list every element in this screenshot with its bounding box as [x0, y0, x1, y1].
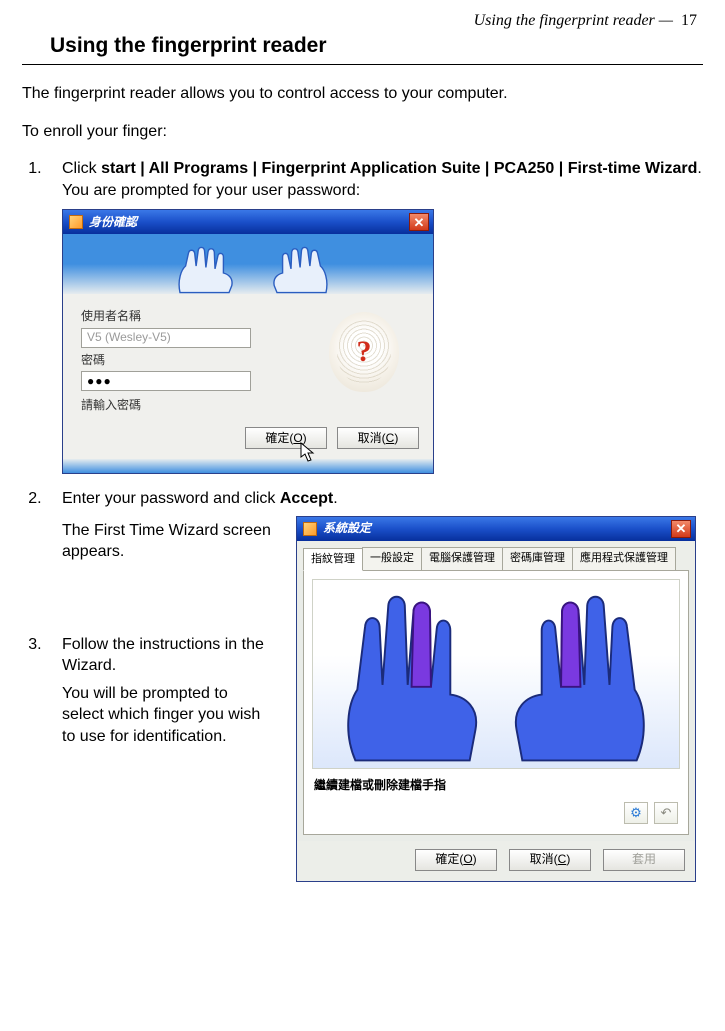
hand-icon-right [263, 245, 333, 294]
password-label: 密碼 [81, 352, 309, 368]
mini-icon-row: ⚙ ↶ [312, 798, 680, 826]
settings-mini-button[interactable]: ⚙ [624, 802, 648, 824]
wizard-apply-button[interactable]: 套用 [603, 849, 685, 871]
password-dialog-title: 身份確認 [89, 214, 137, 230]
password-dialog: 身份確認 ✕ 使用者名稱 V5 (Wesley-V5) [62, 209, 434, 474]
wizard-tabs: 指紋管理 一般設定 電腦保護管理 密碼庫管理 應用程式保護管理 [297, 541, 695, 571]
wizard-instruction: 繼續建檔或刪除建檔手指 [314, 777, 678, 793]
tab-pc-protect[interactable]: 電腦保護管理 [421, 547, 503, 571]
wizard-title: 系統設定 [323, 520, 371, 536]
steps-list: Click start | All Programs | Fingerprint… [22, 158, 703, 747]
wizard-footer: 確定(O) 取消(C) 套用 [297, 841, 695, 881]
ok-button[interactable]: 確定(O) [245, 427, 327, 449]
tab-general[interactable]: 一般設定 [362, 547, 422, 571]
password-dialog-footer: 確定(O) 取消(C) [63, 421, 433, 459]
tab-password-db[interactable]: 密碼庫管理 [502, 547, 573, 571]
step3-sub: You will be prompted to select which fin… [62, 683, 266, 748]
wizard-cancel-button[interactable]: 取消(C) [509, 849, 591, 871]
wizard-dialog: 系統設定 ✕ 指紋管理 一般設定 電腦保護管理 密碼庫管理 應用程式保護管理 [296, 516, 696, 882]
step1-bold: start | All Programs | Fingerprint Appli… [101, 160, 697, 177]
step2-bold: Accept [280, 490, 333, 507]
undo-mini-button[interactable]: ↶ [654, 802, 678, 824]
hand-icon-left [173, 245, 243, 294]
password-dialog-titlebar: 身份確認 ✕ [63, 210, 433, 234]
big-hand-right[interactable] [501, 588, 656, 762]
step-1: Click start | All Programs | Fingerprint… [46, 158, 703, 474]
step-3: Follow the instructions in the Wizard. Y… [46, 634, 266, 748]
tab-app-protect[interactable]: 應用程式保護管理 [572, 547, 676, 571]
section-title: Using the fingerprint reader [22, 32, 703, 65]
username-field[interactable]: V5 (Wesley-V5) [81, 328, 251, 348]
fingerprint-icon: ? [329, 312, 399, 392]
running-title: Using the fingerprint reader — [474, 12, 673, 29]
close-button[interactable]: ✕ [409, 213, 429, 231]
step3-text: Follow the instructions in the Wizard. [62, 634, 266, 677]
tab-fingerprint-mgmt[interactable]: 指紋管理 [303, 548, 363, 572]
step2-sub: The First Time Wizard screen appears. [62, 520, 282, 563]
step1-prefix: Click [62, 160, 101, 177]
intro-paragraph: The fingerprint reader allows you to con… [22, 83, 703, 105]
dialog-bottom-stripe [63, 459, 433, 473]
hands-selection-area[interactable] [312, 579, 680, 769]
username-label: 使用者名稱 [81, 308, 309, 324]
enroll-lead: To enroll your finger: [22, 121, 703, 143]
step2-prefix: Enter your password and click [62, 490, 280, 507]
question-mark-icon: ? [357, 332, 372, 373]
page: Using the fingerprint reader — 17 Using … [0, 0, 725, 774]
running-header: Using the fingerprint reader — 17 [22, 12, 703, 32]
password-prompt: 請輸入密碼 [81, 397, 309, 413]
password-dialog-body: 使用者名稱 V5 (Wesley-V5) 密碼 ●●● 請輸入密碼 ? [63, 294, 433, 421]
password-dialog-banner [63, 234, 433, 294]
wizard-tab-pane: 繼續建檔或刪除建檔手指 ⚙ ↶ [303, 570, 689, 834]
big-hand-left[interactable] [336, 588, 491, 762]
password-field[interactable]: ●●● [81, 371, 251, 391]
cancel-button[interactable]: 取消(C) [337, 427, 419, 449]
app-icon [69, 215, 83, 229]
close-button[interactable]: ✕ [671, 520, 691, 538]
step2-left-column: The First Time Wizard screen appears. [62, 516, 282, 567]
app-icon [303, 522, 317, 536]
wizard-ok-button[interactable]: 確定(O) [415, 849, 497, 871]
page-number: 17 [681, 12, 697, 29]
wizard-titlebar: 系統設定 ✕ [297, 517, 695, 541]
step2-suffix: . [333, 490, 337, 507]
